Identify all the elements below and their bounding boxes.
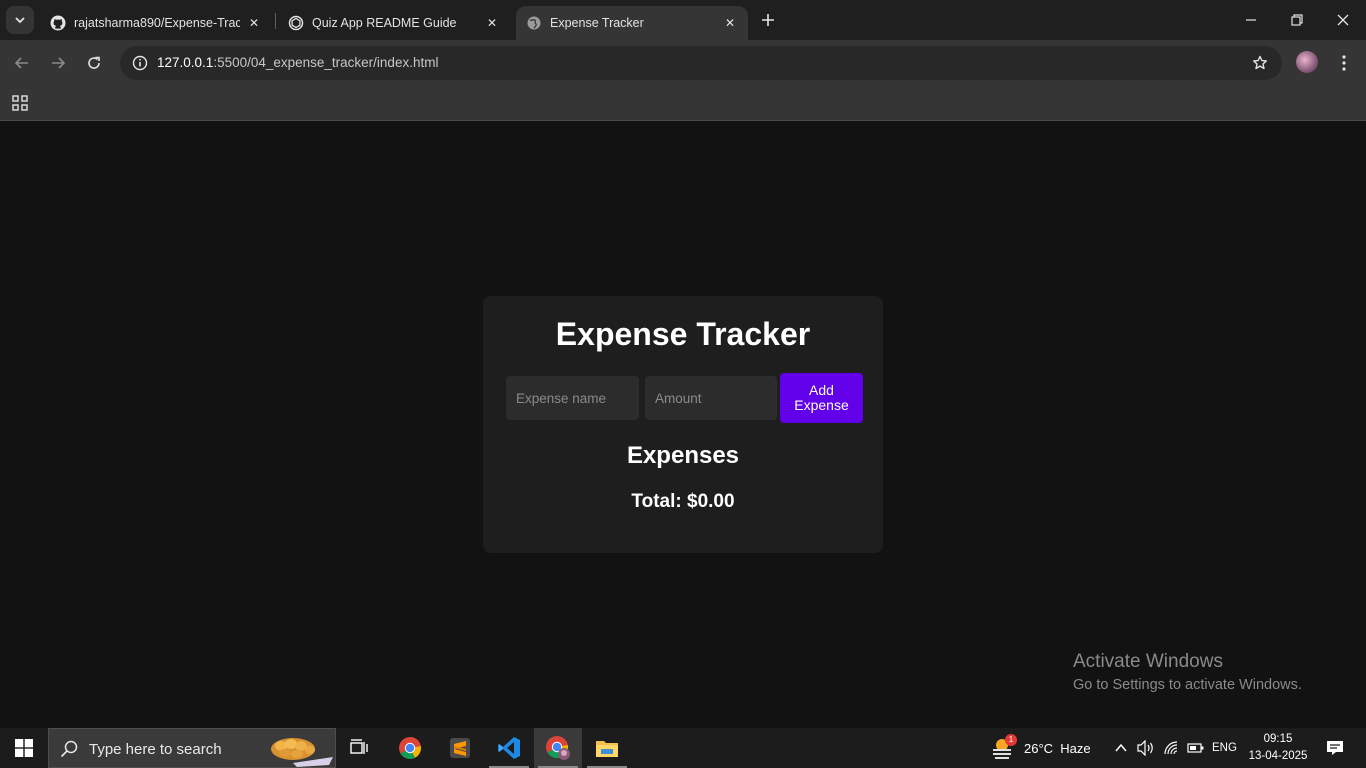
- watermark-title: Activate Windows: [1073, 651, 1223, 672]
- battery-icon: [1187, 743, 1204, 753]
- activate-windows-watermark: Activate Windows Go to Settings to activ…: [1073, 651, 1302, 693]
- watermark-subtitle: Go to Settings to activate Windows.: [1073, 677, 1302, 693]
- windows-logo-icon: [15, 739, 33, 757]
- speaker-icon: [1137, 740, 1153, 756]
- wifi-icon: [1164, 741, 1178, 755]
- tab-title: rajatsharma890/Expense-Tracker: [74, 16, 240, 30]
- search-placeholder: Type here to search: [89, 741, 222, 758]
- url-path: :5500/04_expense_tracker/index.html: [213, 55, 439, 70]
- chrome-icon: [399, 737, 421, 759]
- chevron-up-icon: [1115, 743, 1127, 752]
- tab-github[interactable]: rajatsharma890/Expense-Tracker ✕: [40, 6, 272, 40]
- back-button[interactable]: [8, 49, 36, 77]
- search-icon: [60, 740, 78, 758]
- tab-separator: [275, 13, 276, 29]
- apps-grid-icon[interactable]: [9, 92, 31, 114]
- taskbar-chrome-profile[interactable]: [534, 728, 582, 768]
- minimize-icon: [1246, 19, 1256, 21]
- tab-strip: rajatsharma890/Expense-Tracker ✕ Quiz Ap…: [0, 0, 1366, 40]
- taskbar-vscode[interactable]: [485, 728, 533, 768]
- expense-name-input[interactable]: [506, 376, 639, 420]
- expenses-heading: Expenses: [626, 442, 740, 469]
- close-icon[interactable]: ✕: [246, 15, 262, 31]
- chevron-down-icon: [15, 17, 25, 24]
- plus-icon: [762, 14, 774, 26]
- taskbar-file-explorer[interactable]: [583, 728, 631, 768]
- weather-widget[interactable]: 1 26°C Haze: [990, 728, 1091, 768]
- network-button[interactable]: [1163, 728, 1181, 768]
- github-icon: [50, 15, 66, 31]
- url-host: 127.0.0.1: [157, 55, 214, 70]
- site-info-icon[interactable]: [128, 51, 152, 75]
- taskbar-clock[interactable]: 09:15 13-04-2025: [1246, 731, 1310, 765]
- globe-icon: [526, 15, 542, 31]
- page-viewport: Expense Tracker AddExpense Expenses Tota…: [0, 121, 1366, 728]
- close-window-button[interactable]: [1320, 0, 1366, 40]
- weather-haze-icon: 1: [990, 734, 1017, 760]
- taskbar-sublime-text[interactable]: [436, 728, 484, 768]
- browser-toolbar: 127.0.0.1:5500/04_expense_tracker/index.…: [0, 40, 1366, 86]
- notification-icon: [1327, 741, 1343, 755]
- add-button-label-line2: Expense: [794, 397, 849, 413]
- vscode-icon: [498, 737, 520, 759]
- bookmark-star-icon[interactable]: [1250, 53, 1270, 73]
- tab-expense-tracker[interactable]: Expense Tracker ✕: [516, 6, 748, 40]
- reload-icon: [88, 56, 100, 69]
- file-explorer-icon: [596, 741, 618, 757]
- total-amount: Total: $0.00: [631, 491, 735, 512]
- profile-avatar[interactable]: [1296, 51, 1318, 73]
- arrow-right-icon: [52, 57, 66, 69]
- bookmarks-bar: [0, 86, 1366, 121]
- address-bar[interactable]: 127.0.0.1:5500/04_expense_tracker/index.…: [120, 46, 1282, 80]
- notifications-button[interactable]: [1320, 728, 1350, 768]
- clock-time: 09:15: [1263, 733, 1293, 745]
- windows-taskbar: Type here to search 1 26°C Haze ENG 09:1…: [0, 728, 1366, 768]
- forward-button[interactable]: [44, 49, 72, 77]
- weather-alert-badge: 1: [1005, 734, 1017, 746]
- tab-title: Expense Tracker: [550, 16, 644, 30]
- volume-button[interactable]: [1137, 728, 1155, 768]
- reload-button[interactable]: [80, 49, 108, 77]
- add-expense-button[interactable]: Add Expense: [780, 373, 863, 423]
- amount-input[interactable]: [645, 376, 777, 420]
- task-view-button[interactable]: [336, 728, 384, 768]
- clock-date: 13-04-2025: [1248, 750, 1308, 762]
- url-text: 127.0.0.1:5500/04_expense_tracker/index.…: [157, 55, 438, 70]
- close-icon[interactable]: ✕: [722, 15, 738, 31]
- new-tab-button[interactable]: [756, 8, 780, 32]
- close-icon: [1337, 14, 1349, 26]
- show-hidden-icons[interactable]: [1114, 728, 1128, 768]
- more-menu-icon[interactable]: [1334, 49, 1354, 77]
- add-button-label-line1: Add: [809, 382, 834, 398]
- taskbar-search-box[interactable]: Type here to search: [48, 728, 336, 768]
- chatgpt-icon: [288, 15, 304, 31]
- start-button[interactable]: [0, 728, 48, 768]
- expense-tracker-card: Expense Tracker AddExpense Expenses Tota…: [483, 296, 883, 553]
- search-highlight-bread-icon: [271, 738, 333, 767]
- taskbar-chrome[interactable]: [386, 728, 434, 768]
- minimize-button[interactable]: [1228, 0, 1274, 40]
- arrow-left-icon: [14, 57, 28, 69]
- close-icon[interactable]: ✕: [484, 15, 500, 31]
- language-indicator[interactable]: ENG: [1212, 728, 1237, 768]
- task-view-icon: [350, 739, 368, 754]
- battery-button[interactable]: [1187, 728, 1205, 768]
- page-title: Expense Tracker: [555, 316, 811, 352]
- tab-chatgpt[interactable]: Quiz App README Guide ✕: [278, 6, 510, 40]
- weather-text: 26°C Haze: [1024, 740, 1091, 756]
- tab-search-button[interactable]: [6, 6, 34, 34]
- tab-title: Quiz App README Guide: [312, 16, 457, 30]
- chrome-profile-icon: [546, 736, 570, 760]
- sublime-text-icon: [450, 738, 470, 758]
- restore-button[interactable]: [1274, 0, 1320, 40]
- restore-icon: [1291, 14, 1303, 26]
